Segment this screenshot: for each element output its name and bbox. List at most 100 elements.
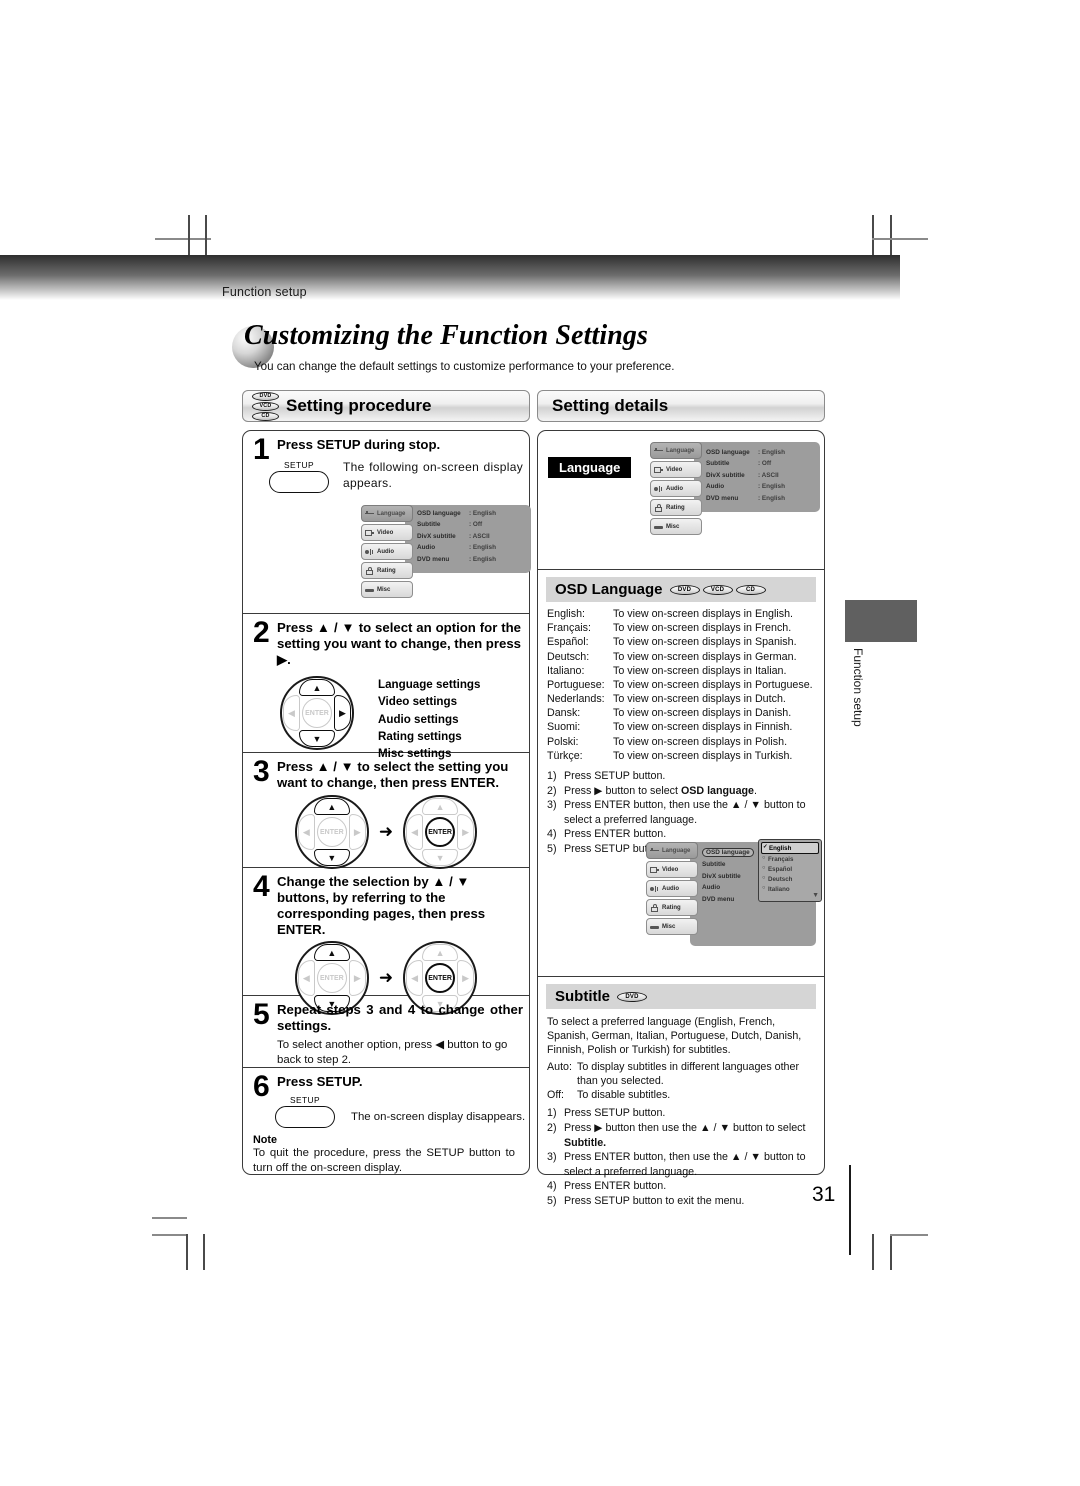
section-title-details: Setting details bbox=[552, 396, 669, 415]
step-2-option-video: Video settings bbox=[378, 695, 458, 709]
osd-key: Audio bbox=[702, 884, 721, 892]
check-icon: ✓ bbox=[763, 844, 768, 850]
step-2-option-rating: Rating settings bbox=[378, 729, 462, 743]
crop-mark-top-right-h bbox=[872, 238, 928, 240]
osd-value: : English bbox=[469, 544, 496, 552]
osd-key: DivX subtitle bbox=[702, 872, 741, 880]
dropdown-option-italiano[interactable]: ○ Italiano bbox=[761, 884, 819, 894]
instruction-text: Press SETUP button. bbox=[564, 769, 666, 782]
disc-badge-group-osd: DVD VCD CD bbox=[669, 584, 766, 595]
instruction-text: Press ENTER button, then use the ▲ / ▼ b… bbox=[564, 799, 806, 812]
dpad-up-button[interactable]: ▲ bbox=[313, 798, 350, 816]
radio-icon: ○ bbox=[762, 865, 766, 871]
osd-tab-language[interactable]: Language bbox=[650, 442, 702, 459]
dpad-control-enter[interactable]: ▲ ▼ ◀ ▶ ENTER bbox=[403, 795, 478, 870]
language-row: Français: To view on-screen displays in F… bbox=[547, 621, 824, 635]
osd-tab-label: Audio bbox=[666, 485, 683, 492]
osd-tab-rating[interactable]: Rating bbox=[361, 562, 413, 579]
section-header-setting-procedure: DVD VCD CD Setting procedure bbox=[242, 390, 530, 422]
step-2-option-audio: Audio settings bbox=[378, 712, 459, 726]
step-5-body: To select another option, press ◀ button… bbox=[277, 1039, 508, 1067]
osd-key: Subtitle bbox=[417, 521, 441, 529]
dropdown-option-espanol[interactable]: ○ Español bbox=[761, 864, 819, 874]
subtitle-off-text: To disable subtitles. bbox=[577, 1089, 671, 1102]
osd-row: OSD language: English bbox=[417, 510, 525, 517]
dpad-up-button[interactable]: ▲ bbox=[422, 944, 459, 962]
dpad-up-button[interactable]: ▲ bbox=[422, 798, 459, 816]
language-name: Français: bbox=[547, 622, 591, 635]
setting-details-panel: Language OSD language: English Subtitle:… bbox=[537, 430, 825, 1207]
dropdown-option-francais[interactable]: ○ Français bbox=[761, 854, 819, 864]
dpad-left-button[interactable]: ◀ bbox=[283, 695, 300, 732]
sequence-arrow-icon: ➜ bbox=[378, 968, 394, 988]
dpad-control-step-2[interactable]: ▲ ▼ ◀ ▶ ENTER bbox=[280, 676, 354, 751]
step-2-number: 2 bbox=[253, 616, 270, 649]
osd-value: : English bbox=[469, 555, 496, 563]
osd-value: : English bbox=[758, 494, 785, 502]
side-tab-label: Function setup bbox=[851, 648, 865, 727]
dropdown-option-label: Español bbox=[768, 865, 793, 873]
osd-tab-language[interactable]: Language bbox=[646, 842, 698, 859]
osd-menu-preview-language: OSD language: English Subtitle: Off DivX… bbox=[650, 442, 822, 562]
setup-button-step-1[interactable]: SETUP bbox=[269, 460, 329, 494]
osd-language-dropdown[interactable]: ✓ English ○ Français ○ Español ○ Deutsch ○ It… bbox=[758, 839, 822, 902]
osd-tab-label: Language bbox=[666, 447, 695, 454]
page-number: 31 bbox=[812, 1183, 836, 1206]
step-3-title: Press ▲ / ▼ to select the setting you wa… bbox=[277, 759, 509, 791]
dpad-left-button[interactable]: ◀ bbox=[406, 960, 424, 997]
dpad-left-button[interactable]: ◀ bbox=[297, 814, 315, 851]
osd-sidebar: Language Video Audio Rating Misc bbox=[646, 842, 698, 935]
dropdown-scroll-down-icon[interactable]: ▼ bbox=[761, 892, 819, 899]
step-6-title: Press SETUP. bbox=[277, 1074, 363, 1089]
dropdown-option-english[interactable]: ✓ English bbox=[761, 842, 819, 854]
osd-tab-misc[interactable]: Misc bbox=[650, 518, 702, 535]
crop-mark-bottom-right-v1 bbox=[872, 1234, 874, 1270]
language-desc: To view on-screen displays in Portuguese… bbox=[613, 678, 813, 691]
dropdown-option-label: Italiano bbox=[768, 885, 790, 893]
osd-tab-video[interactable]: Video bbox=[650, 461, 702, 478]
audio-icon bbox=[365, 548, 374, 556]
osd-tab-audio[interactable]: Audio bbox=[650, 480, 702, 497]
osd-tab-video[interactable]: Video bbox=[361, 524, 413, 541]
osd-tab-video[interactable]: Video bbox=[646, 861, 698, 878]
crop-mark-bottom-left-h1 bbox=[152, 1217, 187, 1219]
osd-key: DivX subtitle bbox=[706, 471, 745, 479]
dpad-up-button[interactable]: ▲ bbox=[299, 679, 335, 697]
language-row: Deutsch: To view on-screen displays in Ge… bbox=[547, 650, 824, 664]
dropdown-option-deutsch[interactable]: ○ Deutsch bbox=[761, 874, 819, 884]
crop-mark-bottom-left-h2 bbox=[152, 1234, 187, 1237]
step-3: 3 Press ▲ / ▼ to select the setting you … bbox=[243, 753, 529, 870]
osd-tab-language[interactable]: Language bbox=[361, 505, 413, 522]
language-name: Deutsch: bbox=[547, 650, 590, 663]
disc-badge-vcd: VCD bbox=[702, 584, 733, 595]
step-2-option-language: Language settings bbox=[378, 678, 481, 692]
dpad-control-select[interactable]: ▲ ▼ ◀ ▶ ENTER bbox=[294, 795, 369, 870]
dpad-enter-button[interactable]: ENTER bbox=[316, 817, 347, 848]
subtitle-heading-bar: Subtitle DVD bbox=[546, 984, 816, 1009]
setup-button-step-6[interactable]: SETUP bbox=[275, 1095, 335, 1129]
language-name: Suomi: bbox=[547, 721, 581, 734]
dpad-left-button[interactable]: ◀ bbox=[406, 814, 424, 851]
step-2-title: Press ▲ / ▼ to select an option for the … bbox=[277, 620, 522, 668]
dpad-left-button[interactable]: ◀ bbox=[297, 960, 315, 997]
osd-key-highlighted[interactable]: OSD language bbox=[702, 848, 754, 857]
instruction-item: 3) Press ENTER button, then use the ▲ / ▼… bbox=[547, 798, 824, 812]
osd-tab-rating[interactable]: Rating bbox=[650, 499, 702, 516]
step-1-body: The following on-screen display appears. bbox=[343, 460, 523, 491]
language-desc: To view on-screen displays in Finnish. bbox=[613, 721, 793, 734]
crop-mark-bottom-right-h bbox=[890, 1234, 928, 1237]
osd-language-heading: OSD Language bbox=[555, 581, 663, 598]
page-number-rule bbox=[849, 1165, 851, 1255]
osd-tab-label: Rating bbox=[666, 504, 685, 511]
crop-mark-top-left-v2 bbox=[205, 215, 207, 260]
osd-key: DVD menu bbox=[702, 895, 735, 903]
osd-tab-rating[interactable]: Rating bbox=[646, 899, 698, 916]
osd-tab-misc[interactable]: Misc bbox=[646, 918, 698, 935]
crop-mark-bottom-left-v1 bbox=[186, 1234, 188, 1270]
osd-tab-misc[interactable]: Misc bbox=[361, 581, 413, 598]
step-3-number: 3 bbox=[253, 755, 270, 788]
dpad-up-button[interactable]: ▲ bbox=[313, 944, 350, 962]
osd-tab-audio[interactable]: Audio bbox=[361, 543, 413, 560]
osd-tab-audio[interactable]: Audio bbox=[646, 880, 698, 897]
audio-icon bbox=[654, 485, 663, 493]
